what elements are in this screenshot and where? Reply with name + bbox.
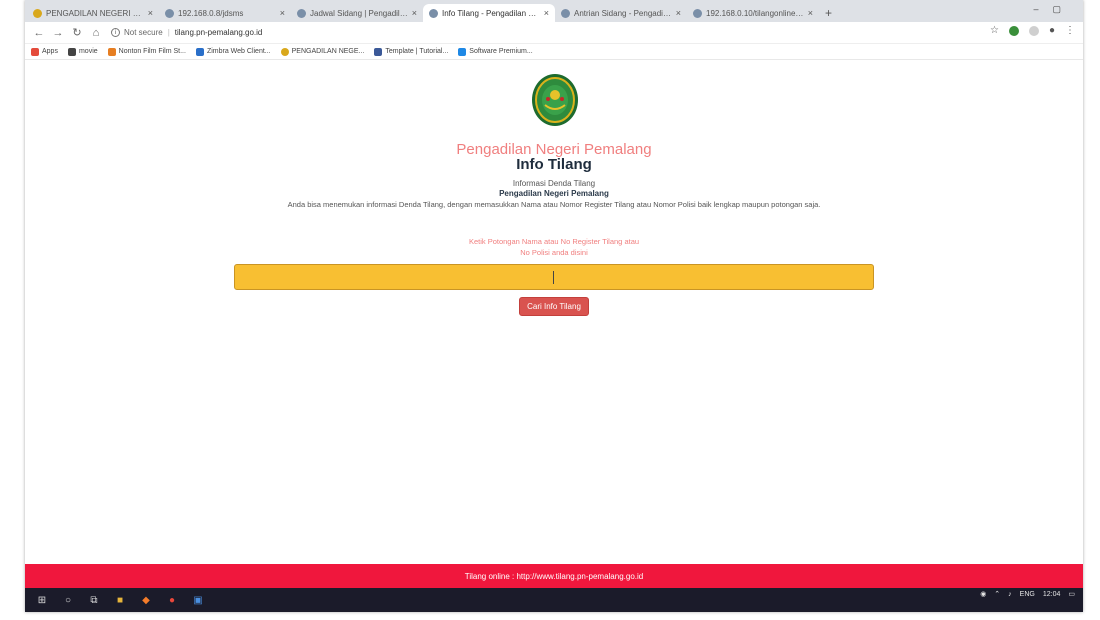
page-description: Anda bisa menemukan informasi Denda Tila… (287, 200, 821, 209)
bookmark-zimbra[interactable]: Zimbra Web Client... (195, 47, 271, 56)
page-content: Pengadilan Negeri Pemalang Info Tilang I… (25, 61, 1083, 564)
court-logo-icon (532, 74, 578, 126)
bookmark-apps[interactable]: Apps (31, 47, 58, 56)
page-footer: Tilang online : http://www.tilang.pn-pem… (25, 564, 1083, 588)
app-icon[interactable]: ▣ (191, 593, 205, 607)
account-icon[interactable]: ● (1049, 25, 1055, 36)
bookmark-template[interactable]: Template | Tutorial... (374, 47, 449, 56)
back-icon[interactable]: ← (31, 25, 47, 41)
close-icon[interactable]: × (808, 8, 813, 18)
window-controls[interactable]: –▢ (1033, 4, 1075, 15)
bookmark-icon (67, 47, 76, 56)
toolbar-right: ☆ ● ⋮ (990, 25, 1075, 36)
bookmark-label: Apps (42, 48, 58, 55)
tab-title: Jadwal Sidang | Pengadilan Ne (310, 8, 408, 18)
bookmark-icon (458, 47, 467, 56)
bookmark-software[interactable]: Software Premium... (458, 47, 533, 56)
tab-jadwal-sidang[interactable]: Jadwal Sidang | Pengadilan Ne × (291, 4, 423, 22)
bookmark-label: Nonton Film Film St... (118, 48, 186, 55)
bookmark-pengadilan[interactable]: PENGADILAN NEGE... (280, 47, 365, 56)
page-subtitle: Informasi Denda Tilang (512, 179, 596, 188)
chevron-up-icon[interactable]: ⌃ (994, 590, 1000, 598)
reload-icon[interactable]: ↻ (69, 25, 85, 41)
extension-icon[interactable] (1028, 25, 1039, 36)
star-icon[interactable]: ☆ (990, 25, 999, 36)
search-box[interactable] (234, 264, 874, 290)
chrome-icon[interactable]: ● (165, 593, 179, 607)
court-favicon-icon (33, 8, 42, 18)
globe-icon (693, 8, 702, 18)
hint-line: Ketik Potongan Nama atau No Register Til… (468, 237, 640, 246)
close-icon[interactable]: × (544, 8, 549, 18)
search-icon[interactable]: ○ (61, 593, 75, 607)
tab-title: Info Tilang - Pengadilan Neger (442, 8, 540, 18)
globe-icon (165, 8, 174, 18)
bookmark-label: Software Premium... (469, 48, 533, 55)
globe-icon (561, 8, 570, 18)
bookmark-movie[interactable]: movie (67, 47, 98, 56)
info-icon[interactable]: i (111, 28, 120, 37)
network-icon[interactable]: ◉ (980, 590, 986, 598)
windows-taskbar: ⊞ ○ ⧉ ■ ◆ ● ▣ ◉ ⌃ ♪ ENG 12:04 ▭ (25, 588, 1083, 612)
menu-icon[interactable]: ⋮ (1065, 25, 1075, 36)
bookmark-label: movie (78, 48, 98, 55)
tab-title: PENGADILAN NEGERI PEMALA (46, 8, 144, 18)
browser-toolbar: ← → ↻ ⌂ i Not secure | tilang.pn-pemalan… (25, 22, 1083, 44)
tab-title: Antrian Sidang - Pengadilan Ne (574, 8, 672, 18)
volume-icon[interactable]: ♪ (1008, 591, 1012, 598)
close-icon[interactable]: × (412, 8, 417, 18)
hint-line: No Polisi anda disini (520, 248, 588, 257)
home-icon[interactable]: ⌂ (88, 25, 104, 41)
bookmark-label: Zimbra Web Client... (206, 48, 271, 55)
tab-strip: PENGADILAN NEGERI PEMALA × 192.168.0.8/j… (25, 0, 1083, 22)
tab-info-tilang[interactable]: Info Tilang - Pengadilan Neger × (423, 4, 555, 22)
language-indicator[interactable]: ENG (1020, 591, 1035, 598)
address-bar[interactable]: i Not secure | tilang.pn-pemalang.go.id (111, 25, 262, 41)
system-tray: ◉ ⌃ ♪ ENG 12:04 ▭ (980, 590, 1075, 599)
page-title: Info Tilang (516, 156, 592, 173)
court-favicon-icon (280, 47, 289, 56)
cari-info-tilang-button[interactable]: Cari Info Tilang (519, 297, 589, 316)
bookmark-label: Template | Tutorial... (385, 48, 449, 55)
close-icon[interactable]: × (676, 8, 681, 18)
app-icon[interactable]: ◆ (139, 593, 153, 607)
forward-icon[interactable]: → (50, 25, 66, 41)
tab-pengadilan[interactable]: PENGADILAN NEGERI PEMALA × (27, 4, 159, 22)
close-icon[interactable]: × (280, 8, 285, 18)
bookmark-nonton-film[interactable]: Nonton Film Film St... (107, 47, 186, 56)
tab-title: 192.168.0.8/jdsms (178, 8, 244, 18)
close-icon[interactable]: × (148, 8, 153, 18)
new-tab-button[interactable]: + (819, 4, 838, 22)
divider: | (167, 28, 170, 37)
tab-antrian-sidang[interactable]: Antrian Sidang - Pengadilan Ne × (555, 4, 687, 22)
browser-window: PENGADILAN NEGERI PEMALA × 192.168.0.8/j… (25, 0, 1083, 612)
tab-tilangonline[interactable]: 192.168.0.10/tilangonline/adm × (687, 4, 819, 22)
apps-grid-icon (31, 47, 39, 56)
globe-icon (429, 8, 438, 18)
bookmark-icon (374, 47, 383, 56)
file-explorer-icon[interactable]: ■ (113, 593, 127, 607)
tab-title: 192.168.0.10/tilangonline/adm (706, 8, 804, 18)
notification-icon[interactable]: ▭ (1068, 590, 1075, 598)
task-view-icon[interactable]: ⧉ (87, 593, 101, 607)
court-name: Pengadilan Negeri Pemalang (499, 189, 609, 198)
bookmark-label: PENGADILAN NEGE... (291, 48, 365, 55)
not-secure-label: Not secure (124, 28, 163, 37)
tab-jdsms[interactable]: 192.168.0.8/jdsms × (159, 4, 291, 22)
globe-icon (297, 8, 306, 18)
search-input[interactable] (235, 265, 873, 289)
search-hint: Ketik Potongan Nama atau No Register Til… (25, 236, 1083, 258)
windows-start-icon[interactable]: ⊞ (35, 593, 49, 607)
bookmarks-bar: Apps movie Nonton Film Film St... Zimbra… (25, 44, 1083, 60)
url-text[interactable]: tilang.pn-pemalang.go.id (175, 28, 263, 37)
text-cursor (553, 271, 554, 284)
bookmark-icon (107, 47, 116, 56)
zimbra-icon (195, 47, 204, 56)
extension-icon[interactable] (1008, 25, 1019, 36)
clock[interactable]: 12:04 (1043, 591, 1061, 598)
